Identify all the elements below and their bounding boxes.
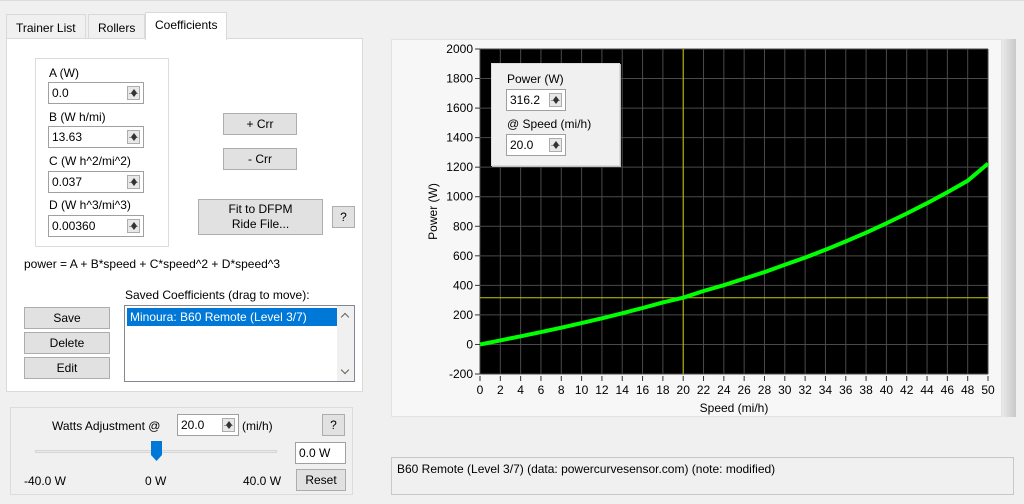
spinner-icon[interactable]	[549, 138, 562, 152]
saved-coefficients-list[interactable]: Minoura: B60 Remote (Level 3/7)	[124, 305, 355, 382]
graph-frame-edge	[1002, 39, 1016, 417]
watts-readout: 0.0 W	[295, 442, 346, 464]
spinner-icon[interactable]	[127, 175, 140, 189]
coef-b-input[interactable]: 13.63	[48, 126, 144, 148]
minus-crr-button[interactable]: - Crr	[223, 148, 297, 170]
fit-dfpm-button[interactable]: Fit to DFPM Ride File...	[198, 199, 323, 235]
cursor-speed-input[interactable]: 20.0	[506, 134, 566, 156]
spinner-icon[interactable]	[222, 418, 235, 432]
window-top-border	[0, 0, 1024, 1]
reset-button[interactable]: Reset	[296, 469, 346, 491]
tab-rollers[interactable]: Rollers	[88, 14, 146, 40]
tab-coefficients[interactable]: Coefficients	[145, 12, 228, 40]
coef-d-value: 0.00360	[52, 219, 96, 233]
cursor-power-value: 316.2	[510, 93, 541, 107]
coef-c-label: C (W h^2/mi^2)	[49, 154, 131, 168]
coef-b-label: B (W h/mi)	[49, 110, 106, 124]
coef-d-label: D (W h^3/mi^3)	[49, 198, 131, 212]
coef-c-value: 0.037	[52, 175, 83, 189]
coef-a-value: 0.0	[52, 86, 69, 100]
fit-button-line1: Fit to DFPM	[228, 202, 293, 216]
watts-speed-value: 20.0	[181, 418, 205, 432]
delete-button[interactable]: Delete	[24, 332, 110, 354]
watts-slider-thumb[interactable]	[150, 441, 162, 461]
watts-speed-unit: (mi/h)	[242, 419, 273, 433]
save-button[interactable]: Save	[24, 307, 110, 329]
cursor-readout-panel: Power (W) 316.2 @ Speed (mi/h) 20.0	[491, 63, 620, 166]
cursor-speed-label: @ Speed (mi/h)	[507, 117, 592, 131]
status-box: B60 Remote (Level 3/7) (data: powercurve…	[391, 457, 1014, 495]
cursor-speed-value: 20.0	[510, 138, 534, 152]
slider-mid-label: 0 W	[145, 474, 167, 488]
slider-max-label: 40.0 W	[243, 474, 282, 488]
watts-speed-input[interactable]: 20.0	[177, 414, 239, 436]
scroll-up-icon[interactable]	[340, 312, 350, 322]
saved-coefficients-label: Saved Coefficients (drag to move):	[125, 288, 310, 302]
fit-button-line2: Ride File...	[231, 217, 290, 231]
watts-help-button[interactable]: ?	[322, 414, 345, 436]
coef-d-input[interactable]: 0.00360	[48, 215, 144, 237]
coef-a-input[interactable]: 0.0	[48, 82, 144, 104]
spinner-icon[interactable]	[127, 130, 140, 144]
slider-min-label: -40.0 W	[24, 474, 67, 488]
spinner-icon[interactable]	[127, 219, 140, 233]
formula-text: power = A + B*speed + C*speed^2 + D*spee…	[24, 257, 281, 271]
cursor-power-input[interactable]: 316.2	[506, 89, 566, 111]
tab-label: Rollers	[98, 21, 136, 35]
spinner-icon[interactable]	[127, 86, 140, 100]
edit-button[interactable]: Edit	[24, 357, 110, 379]
tab-label: Coefficients	[155, 18, 218, 32]
fit-help-button[interactable]: ?	[332, 206, 355, 228]
status-text: B60 Remote (Level 3/7) (data: powercurve…	[397, 462, 776, 476]
spinner-icon[interactable]	[549, 93, 562, 107]
coef-c-input[interactable]: 0.037	[48, 171, 144, 193]
coef-a-label: A (W)	[49, 66, 79, 80]
coef-b-value: 13.63	[52, 130, 83, 144]
list-scrollbar[interactable]	[337, 306, 354, 381]
tab-trainer-list[interactable]: Trainer List	[6, 14, 86, 40]
graph-frame	[391, 39, 1002, 417]
tab-label: Trainer List	[16, 21, 76, 35]
cursor-power-label: Power (W)	[507, 72, 564, 86]
scroll-down-icon[interactable]	[340, 365, 350, 375]
watts-adjustment-label: Watts Adjustment @	[52, 419, 161, 433]
plus-crr-button[interactable]: + Crr	[223, 113, 297, 135]
list-item[interactable]: Minoura: B60 Remote (Level 3/7)	[127, 308, 337, 326]
